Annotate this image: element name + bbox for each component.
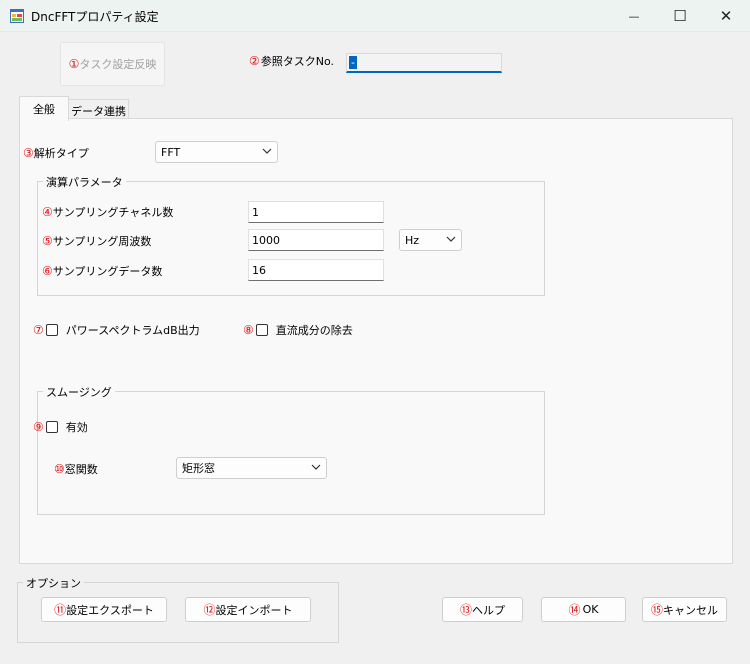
dc-removal-checkbox-row[interactable]: ⑧ 直流成分の除去 (243, 322, 353, 338)
import-settings-label: 設定インポート (215, 603, 293, 617)
apply-task-settings-button[interactable]: ① タスク設定反映 (60, 42, 165, 86)
ref-task-input[interactable]: - (346, 53, 502, 73)
cancel-label: キャンセル (663, 603, 718, 617)
channels-input[interactable]: 1 (248, 201, 384, 223)
badge-9: ⑨ (33, 420, 44, 434)
frequency-unit-value: Hz (405, 233, 420, 247)
badge-12: ⑫ (203, 603, 216, 617)
chevron-down-icon (441, 235, 461, 245)
options-title: オプション (23, 575, 84, 591)
badge-10: ⑩ (54, 462, 65, 476)
window-fn-select[interactable]: 矩形窓 (176, 457, 327, 479)
maximize-icon: ☐ (673, 7, 687, 25)
calc-params-title: 演算パラメータ (43, 174, 126, 190)
frequency-unit-select[interactable]: Hz (399, 229, 462, 251)
badge-3: ③ (23, 146, 34, 160)
window-fn-label-group: ⑩ 窓関数 (54, 461, 98, 477)
ref-task-label-group: ② 参照タスクNo. (249, 53, 334, 69)
window-title: DncFFTプロパティ設定 (31, 10, 159, 24)
frequency-label-group: ⑤ サンプリング周波数 (42, 233, 151, 249)
ok-label: OK (582, 603, 599, 616)
channels-label: サンプリングチャネル数 (52, 206, 174, 219)
title-bar: DncFFTプロパティ設定 — ☐ ✕ (0, 0, 750, 32)
data-count-input[interactable]: 16 (248, 259, 384, 281)
tab-general-label: 全般 (33, 103, 55, 116)
data-count-value: 16 (252, 263, 266, 277)
minimize-button[interactable]: — (611, 0, 657, 32)
dc-removal-label: 直流成分の除去 (275, 324, 353, 337)
ok-button[interactable]: ⑭ OK (541, 597, 626, 622)
chevron-down-icon (257, 147, 277, 157)
power-spectrum-label: パワースペクトラムdB出力 (65, 324, 200, 337)
badge-11: ⑪ (54, 603, 67, 617)
power-spectrum-checkbox-row[interactable]: ⑦ パワースペクトラムdB出力 (33, 322, 200, 338)
analysis-type-value: FFT (161, 145, 181, 159)
badge-15: ⑮ (650, 603, 663, 617)
frequency-label: サンプリング周波数 (52, 235, 152, 248)
close-button[interactable]: ✕ (703, 0, 749, 32)
app-icon (10, 9, 24, 23)
close-icon: ✕ (719, 7, 733, 25)
smoothing-title: スムージング (43, 384, 115, 400)
minimize-icon: — (628, 9, 640, 23)
help-button[interactable]: ⑬ ヘルプ (442, 597, 523, 622)
badge-4: ④ (42, 205, 53, 219)
analysis-type-select[interactable]: FFT (155, 141, 278, 163)
ref-task-label: 参照タスクNo. (260, 55, 335, 68)
smoothing-enabled-label: 有効 (65, 421, 88, 434)
smoothing-enabled-row[interactable]: ⑨ 有効 (33, 419, 88, 435)
export-settings-label: 設定エクスポート (66, 603, 154, 617)
badge-8: ⑧ (243, 323, 254, 337)
analysis-type-label-group: ③ 解析タイプ (23, 145, 89, 161)
badge-5: ⑤ (42, 234, 53, 248)
window-fn-value: 矩形窓 (182, 462, 215, 475)
smoothing-enabled-checkbox[interactable] (45, 421, 58, 433)
window-fn-label: 窓関数 (64, 463, 98, 476)
apply-task-settings-label: タスク設定反映 (79, 58, 157, 71)
badge-13: ⑬ (459, 603, 472, 617)
channels-label-group: ④ サンプリングチャネル数 (42, 204, 173, 220)
export-settings-button[interactable]: ⑪ 設定エクスポート (41, 597, 167, 622)
smoothing-group (37, 391, 545, 515)
badge-1: ① (68, 57, 80, 71)
help-label: ヘルプ (472, 603, 505, 617)
chevron-down-icon (306, 463, 326, 473)
power-spectrum-checkbox[interactable] (45, 324, 58, 336)
frequency-value: 1000 (252, 233, 280, 247)
tab-general[interactable]: 全般 (19, 96, 69, 121)
data-count-label: サンプリングデータ数 (52, 265, 163, 278)
frequency-input[interactable]: 1000 (248, 229, 384, 251)
ref-task-value: - (349, 56, 357, 69)
maximize-button[interactable]: ☐ (657, 0, 703, 32)
data-count-label-group: ⑥ サンプリングデータ数 (42, 263, 162, 279)
badge-7: ⑦ (33, 323, 44, 337)
channels-value: 1 (252, 205, 259, 219)
badge-14: ⑭ (568, 603, 581, 617)
badge-6: ⑥ (42, 264, 53, 278)
cancel-button[interactable]: ⑮ キャンセル (642, 597, 727, 622)
dc-removal-checkbox[interactable] (255, 324, 268, 336)
analysis-type-label: 解析タイプ (33, 147, 89, 160)
import-settings-button[interactable]: ⑫ 設定インポート (185, 597, 311, 622)
tab-data-link-label: データ連携 (71, 104, 126, 118)
badge-2: ② (249, 54, 260, 68)
